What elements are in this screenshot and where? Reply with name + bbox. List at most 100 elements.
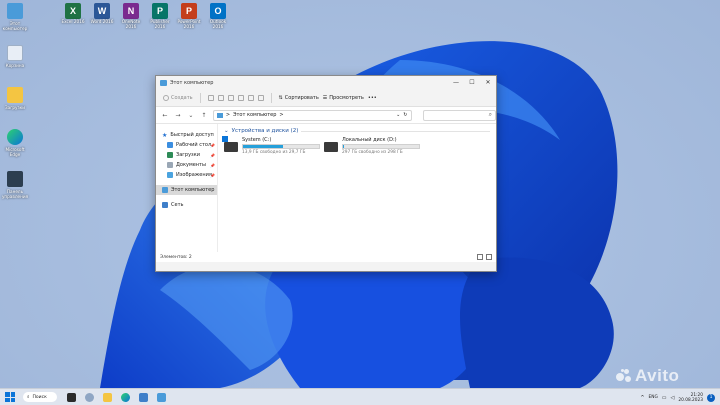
drive-item[interactable]: Локальный диск (D:) 297 ГБ свободно из 2… xyxy=(324,137,420,155)
nav-quick-access[interactable]: ★ Быстрый доступ xyxy=(156,130,217,140)
file-explorer-icon[interactable] xyxy=(103,392,112,402)
avito-watermark: Avito xyxy=(616,366,679,386)
paste-button[interactable] xyxy=(227,94,234,101)
desktop-icons-top: X Excel 2016 W Word 2016 N OneNote 2016 … xyxy=(60,3,231,39)
nav-desktop[interactable]: Рабочий стол 📌 xyxy=(156,140,217,150)
volume-icon[interactable]: ◁ xyxy=(671,395,675,401)
publisher-icon: P xyxy=(152,3,168,19)
desktop-icon-label: Publisher 2016 xyxy=(150,19,170,29)
drive-item[interactable]: System (C:) 13,9 ГБ свободно из 29,7 ГБ xyxy=(222,136,320,155)
new-button[interactable]: Создать xyxy=(163,94,193,101)
back-button[interactable]: ← xyxy=(161,112,169,119)
share-button[interactable] xyxy=(247,94,254,101)
desktop-icon-edge[interactable]: Microsoft Edge xyxy=(2,129,28,167)
network-icon[interactable]: ▭ xyxy=(662,395,667,401)
nav-downloads[interactable]: Загрузки 📌 xyxy=(156,150,217,160)
details-view-icon[interactable] xyxy=(477,254,483,260)
rename-button[interactable] xyxy=(237,94,244,101)
drive-usage-bar xyxy=(342,144,420,149)
recycle-bin-icon xyxy=(7,45,23,61)
cut-icon xyxy=(207,94,214,101)
edge-icon xyxy=(7,129,23,145)
download-icon xyxy=(167,152,173,158)
delete-button[interactable] xyxy=(257,94,264,101)
notification-badge[interactable]: 1 xyxy=(707,393,715,402)
close-button[interactable]: ✕ xyxy=(480,76,496,89)
nav-this-pc[interactable]: Этот компьютер xyxy=(156,185,217,195)
address-bar[interactable]: > Этот компьютер > ⌄ ↻ xyxy=(212,109,412,121)
breadcrumb-chevron: > xyxy=(279,112,284,118)
nav-pictures[interactable]: Изображения 📌 xyxy=(156,170,217,180)
view-button[interactable]: ☰ Просмотреть xyxy=(323,95,364,101)
pin-icon: 📌 xyxy=(210,172,215,178)
history-dropdown[interactable]: ⌄ xyxy=(187,112,195,119)
sort-label: Сортировать xyxy=(284,94,319,101)
desktop-icon-outlook[interactable]: O Outlook 2016 xyxy=(205,3,231,35)
copy-button[interactable] xyxy=(217,94,224,101)
pin-icon: 📌 xyxy=(210,142,215,148)
pin-icon: 📌 xyxy=(210,152,215,158)
system-tray: ^ ENG ▭ ◁ 21:20 20.08.2023 1 xyxy=(640,390,715,405)
clock[interactable]: 21:20 20.08.2023 xyxy=(678,393,703,403)
more-button[interactable]: ••• xyxy=(368,95,377,101)
desktop-icon-downloads[interactable]: Загрузки xyxy=(2,87,28,125)
pin-icon: 📌 xyxy=(210,162,215,168)
system-drive-icon xyxy=(222,136,238,152)
nav-item-label: Рабочий стол xyxy=(176,142,212,148)
window-title: Этот компьютер xyxy=(170,79,214,86)
address-dropdown[interactable]: ⌄ xyxy=(396,112,400,118)
view-label: Просмотреть xyxy=(329,94,364,101)
breadcrumb[interactable]: Этот компьютер xyxy=(233,112,276,118)
nav-item-label: Сеть xyxy=(171,202,184,208)
command-bar: Создать ⇅ Сортировать ☰ Просмотреть ••• xyxy=(156,89,496,107)
desktop-icon-control-panel[interactable]: Панель управления xyxy=(2,171,28,209)
word-icon: W xyxy=(94,3,110,19)
refresh-button[interactable]: ↻ xyxy=(403,112,407,118)
nav-documents[interactable]: Документы 📌 xyxy=(156,160,217,170)
task-view-icon[interactable] xyxy=(67,392,76,402)
desktop-icon-label: Корзина xyxy=(5,63,25,68)
star-icon: ★ xyxy=(162,131,168,139)
edge-icon[interactable] xyxy=(121,392,130,402)
desktop-icon-publisher[interactable]: P Publisher 2016 xyxy=(147,3,173,35)
up-button[interactable]: ↑ xyxy=(200,112,208,119)
store-icon[interactable] xyxy=(139,392,148,402)
paste-icon xyxy=(227,94,234,101)
desktop-icon-label: Excel 2016 xyxy=(61,19,85,24)
desktop-icon-powerpoint[interactable]: P PowerPoint 2016 xyxy=(176,3,202,35)
desktop-icon-onenote[interactable]: N OneNote 2016 xyxy=(118,3,144,35)
divider xyxy=(270,92,272,103)
desktop-icon-this-pc[interactable]: Этот компьютер xyxy=(2,3,28,41)
nav-item-label: Этот компьютер xyxy=(171,187,215,193)
desktop-icon-label: Microsoft Edge xyxy=(5,147,25,157)
desktop-icon-recycle-bin[interactable]: Корзина xyxy=(2,45,28,83)
copy-icon xyxy=(217,94,224,101)
nav-item-label: Загрузки xyxy=(176,152,200,158)
minimize-button[interactable]: — xyxy=(448,76,464,89)
divider xyxy=(199,92,201,103)
drive-free-space: 297 ГБ свободно из 298 ГБ xyxy=(342,150,403,155)
language-indicator[interactable]: ENG xyxy=(649,395,658,400)
start-button[interactable] xyxy=(5,392,15,402)
taskbar-search[interactable]: ⌕ Поиск xyxy=(23,392,57,402)
nav-network[interactable]: Сеть xyxy=(156,200,217,210)
sort-button[interactable]: ⇅ Сортировать xyxy=(279,95,319,101)
title-bar[interactable]: Этот компьютер — ☐ ✕ xyxy=(156,76,496,89)
widgets-icon[interactable] xyxy=(85,392,94,402)
cut-button[interactable] xyxy=(207,94,214,101)
search-icon: ⌕ xyxy=(488,111,493,118)
tiles-view-icon[interactable] xyxy=(486,254,492,260)
search-input[interactable]: ⌕ xyxy=(422,109,497,121)
forward-button[interactable]: → xyxy=(174,112,182,119)
chevron-up-icon[interactable]: ^ xyxy=(640,395,644,401)
desktop-icon-label: Word 2016 xyxy=(90,19,114,24)
desktop-icon-word[interactable]: W Word 2016 xyxy=(89,3,115,35)
drive-free-space: 13,9 ГБ свободно из 29,7 ГБ xyxy=(242,150,306,155)
desktop-icon-label: Этот компьютер xyxy=(2,21,28,31)
desktop-icon-excel[interactable]: X Excel 2016 xyxy=(60,3,86,35)
group-header[interactable]: ⌄ Устройства и диски (2) xyxy=(224,126,490,136)
chevron-down-icon: ⌄ xyxy=(224,128,229,134)
this-pc-icon[interactable] xyxy=(157,392,166,402)
pictures-icon xyxy=(167,172,173,178)
maximize-button[interactable]: ☐ xyxy=(464,76,480,89)
